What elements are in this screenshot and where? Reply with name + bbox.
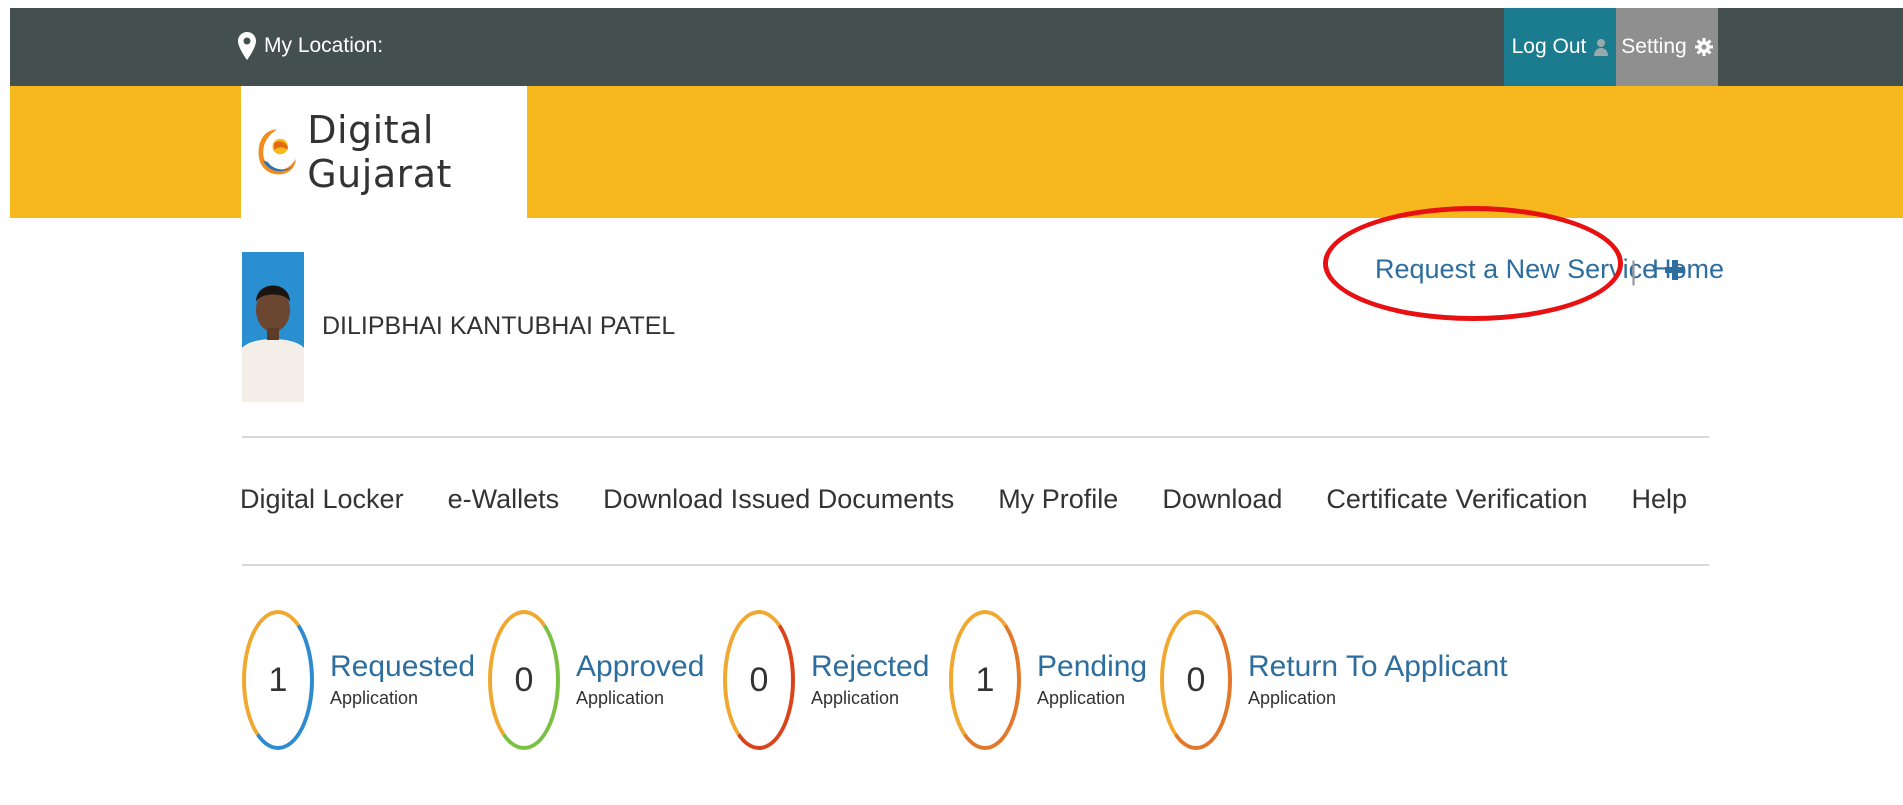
location-label: My Location: <box>264 34 384 57</box>
stat-subtitle: Application <box>811 687 900 708</box>
stat-rejected[interactable]: 0 Rejected Application <box>723 610 929 750</box>
divider-top <box>242 436 1709 438</box>
user-icon <box>1594 39 1609 56</box>
main-nav: Digital Locker e-Wallets Download Issued… <box>240 484 1731 515</box>
stat-pending[interactable]: 1 Pending Application <box>949 610 1147 750</box>
stat-return-to-applicant[interactable]: 0 Return To Applicant Application <box>1160 610 1508 750</box>
map-pin-icon <box>238 32 256 60</box>
stat-count: 0 <box>488 610 560 750</box>
gear-icon <box>1694 38 1713 56</box>
stat-title: Rejected <box>811 649 930 683</box>
top-bar: My Location: Log Out Setting <box>10 8 1903 86</box>
setting-label: Setting <box>1621 35 1687 58</box>
highlight-ellipse <box>1323 206 1623 321</box>
link-separator: | <box>1630 256 1638 286</box>
stat-subtitle: Application <box>576 687 665 708</box>
nav-download-issued-documents[interactable]: Download Issued Documents <box>603 484 954 515</box>
stat-requested[interactable]: 1 Requested Application <box>242 610 475 750</box>
nav-download[interactable]: Download <box>1162 484 1282 515</box>
stat-subtitle: Application <box>330 687 419 708</box>
stat-count: 0 <box>1160 610 1232 750</box>
stat-title: Pending <box>1037 649 1148 683</box>
stat-title: Requested <box>330 649 476 683</box>
stat-approved[interactable]: 0 Approved Application <box>488 610 704 750</box>
setting-button[interactable]: Setting <box>1616 8 1718 86</box>
brand-name: Digital Gujarat <box>307 108 452 196</box>
brand-logo[interactable]: Digital Gujarat <box>241 86 527 218</box>
digital-gujarat-logo-icon <box>258 129 296 175</box>
stat-count: 1 <box>949 610 1021 750</box>
location-indicator[interactable]: My Location: <box>238 32 383 60</box>
stat-subtitle: Application <box>1037 687 1126 708</box>
stat-subtitle: Application <box>1248 687 1337 708</box>
user-name: DILIPBHAI KANTUBHAI PATEL <box>322 312 676 340</box>
divider-bottom <box>242 564 1709 566</box>
logout-label: Log Out <box>1511 35 1587 58</box>
stat-count: 1 <box>242 610 314 750</box>
logout-button[interactable]: Log Out <box>1504 8 1616 86</box>
avatar <box>242 252 304 402</box>
user-photo-icon <box>242 252 304 402</box>
stat-title: Return To Applicant <box>1248 649 1508 683</box>
nav-digital-locker[interactable]: Digital Locker <box>240 484 404 515</box>
nav-certificate-verification[interactable]: Certificate Verification <box>1326 484 1587 515</box>
stat-title: Approved <box>576 649 705 683</box>
nav-e-wallets[interactable]: e-Wallets <box>448 484 560 515</box>
stat-count: 0 <box>723 610 795 750</box>
nav-my-profile[interactable]: My Profile <box>998 484 1118 515</box>
nav-help[interactable]: Help <box>1632 484 1688 515</box>
home-link[interactable]: Home <box>1652 254 1724 285</box>
